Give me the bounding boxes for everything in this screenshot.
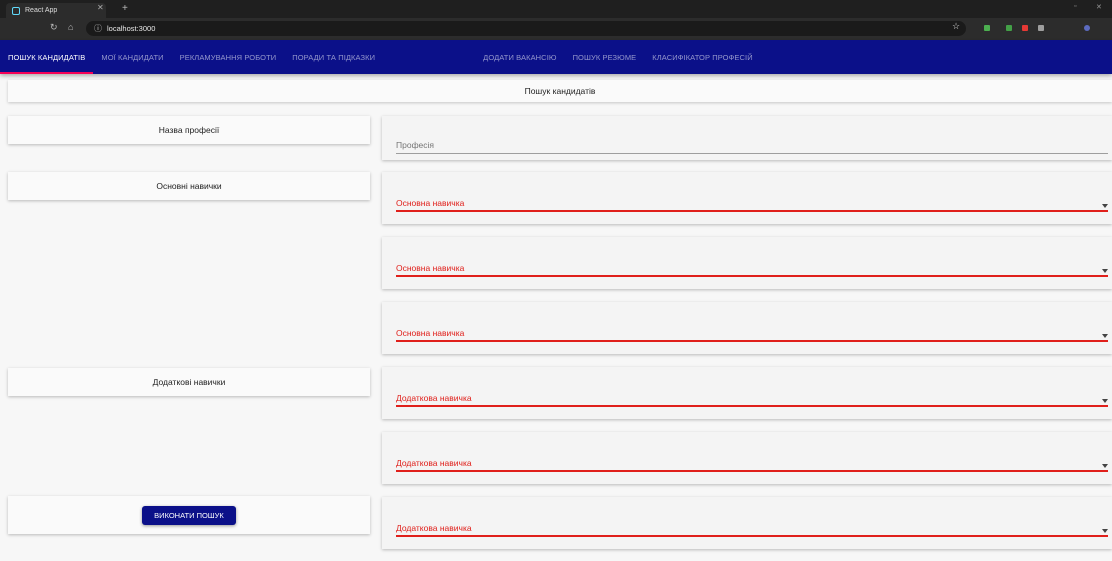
main-skill-field-card: Основна навичка (382, 302, 1112, 354)
extra-skill-placeholder: Додаткова навичка (396, 393, 472, 403)
profession-field-card: Професія (382, 116, 1112, 160)
field-underline (396, 405, 1108, 407)
tab-title: React App (25, 7, 58, 14)
browser-titlebar: React App ✕ + ▫ ✕ (0, 0, 1112, 18)
extra-skill-select-2[interactable]: Додаткова навичка (396, 452, 1108, 472)
page-title-box: Пошук кандидатів (8, 80, 1112, 102)
tab-tips[interactable]: ПОРАДИ ТА ПІДКАЗКИ (284, 40, 383, 74)
dropdown-arrow-icon[interactable] (1102, 529, 1108, 533)
dropdown-arrow-icon[interactable] (1102, 464, 1108, 468)
dropdown-arrow-icon[interactable] (1102, 269, 1108, 273)
extension-icon[interactable] (984, 25, 990, 31)
extension-icon[interactable] (1022, 25, 1028, 31)
bookmark-star-icon[interactable]: ☆ (952, 21, 960, 32)
address-bar[interactable]: ⓘ localhost:3000 (86, 21, 966, 36)
new-tab-icon[interactable]: + (122, 3, 128, 14)
extra-skill-placeholder: Додаткова навичка (396, 458, 472, 468)
main-skill-select-3[interactable]: Основна навичка (396, 322, 1108, 342)
submit-card: ВИКОНАТИ ПОШУК (8, 496, 370, 534)
tab-candidate-search[interactable]: ПОШУК КАНДИДАТІВ (0, 40, 94, 74)
url-text: localhost:3000 (107, 24, 156, 33)
dropdown-arrow-icon[interactable] (1102, 204, 1108, 208)
extra-skill-field-card: Додаткова навичка (382, 432, 1112, 484)
tab-profession-classifier[interactable]: КЛАСИФІКАТОР ПРОФЕСІЙ (644, 40, 760, 74)
main-skills-label: Основні навички (156, 181, 222, 191)
extra-skills-label: Додаткові навички (152, 377, 226, 387)
field-underline (396, 210, 1108, 212)
home-icon[interactable]: ⌂ (68, 22, 73, 32)
tab-resume-search[interactable]: ПОШУК РЕЗЮМЕ (565, 40, 645, 74)
extra-skill-select-1[interactable]: Додаткова навичка (396, 387, 1108, 407)
tab-close-icon[interactable]: ✕ (97, 3, 104, 12)
extension-icon[interactable] (1006, 25, 1012, 31)
field-underline (396, 340, 1108, 342)
field-underline (396, 470, 1108, 472)
app-navbar: ПОШУК КАНДИДАТІВ МОЇ КАНДИДАТИ РЕКЛАМУВА… (0, 40, 1112, 74)
main-skill-select-2[interactable]: Основна навичка (396, 257, 1108, 277)
main-skill-field-card: Основна навичка (382, 172, 1112, 224)
main-skill-placeholder: Основна навичка (396, 198, 465, 208)
field-underline (396, 275, 1108, 277)
profile-avatar[interactable] (1084, 25, 1090, 31)
extra-skill-field-card: Додаткова навичка (382, 367, 1112, 419)
field-underline (396, 153, 1108, 154)
main-skill-select-1[interactable]: Основна навичка (396, 192, 1108, 212)
main-skills-label-card: Основні навички (8, 172, 370, 200)
main-skill-placeholder: Основна навичка (396, 263, 465, 273)
extra-skill-select-3[interactable]: Додаткова навичка (396, 517, 1108, 537)
minimize-icon[interactable]: ▫ (1074, 3, 1076, 10)
profession-label: Назва професії (158, 125, 220, 135)
search-button[interactable]: ВИКОНАТИ ПОШУК (142, 505, 236, 525)
field-underline (396, 535, 1108, 537)
react-favicon-icon (12, 6, 20, 15)
tab-my-candidates[interactable]: МОЇ КАНДИДАТИ (93, 40, 171, 74)
extra-skill-field-card: Додаткова навичка (382, 497, 1112, 549)
dropdown-arrow-icon[interactable] (1102, 399, 1108, 403)
tab-job-advertising[interactable]: РЕКЛАМУВАННЯ РОБОТИ (172, 40, 285, 74)
tab-add-vacancy[interactable]: ДОДАТИ ВАКАНСІЮ (475, 40, 564, 74)
extra-skill-placeholder: Додаткова навичка (396, 523, 472, 533)
close-window-icon[interactable]: ✕ (1096, 3, 1102, 11)
extension-icon[interactable] (1038, 25, 1044, 31)
browser-tab[interactable]: React App (6, 3, 106, 18)
dropdown-arrow-icon[interactable] (1102, 334, 1108, 338)
reload-icon[interactable]: ↻ (50, 22, 58, 33)
profession-placeholder: Професія (396, 140, 435, 150)
extra-skills-label-card: Додаткові навички (8, 368, 370, 396)
main-skill-field-card: Основна навичка (382, 237, 1112, 289)
info-icon[interactable]: ⓘ (94, 23, 102, 34)
profession-input[interactable]: Професія (396, 134, 1108, 154)
main-skill-placeholder: Основна навичка (396, 328, 465, 338)
page-title: Пошук кандидатів (524, 86, 596, 96)
profession-label-card: Назва професії (8, 116, 370, 144)
browser-toolbar: ↻ ⌂ ⓘ localhost:3000 ☆ (0, 18, 1112, 40)
